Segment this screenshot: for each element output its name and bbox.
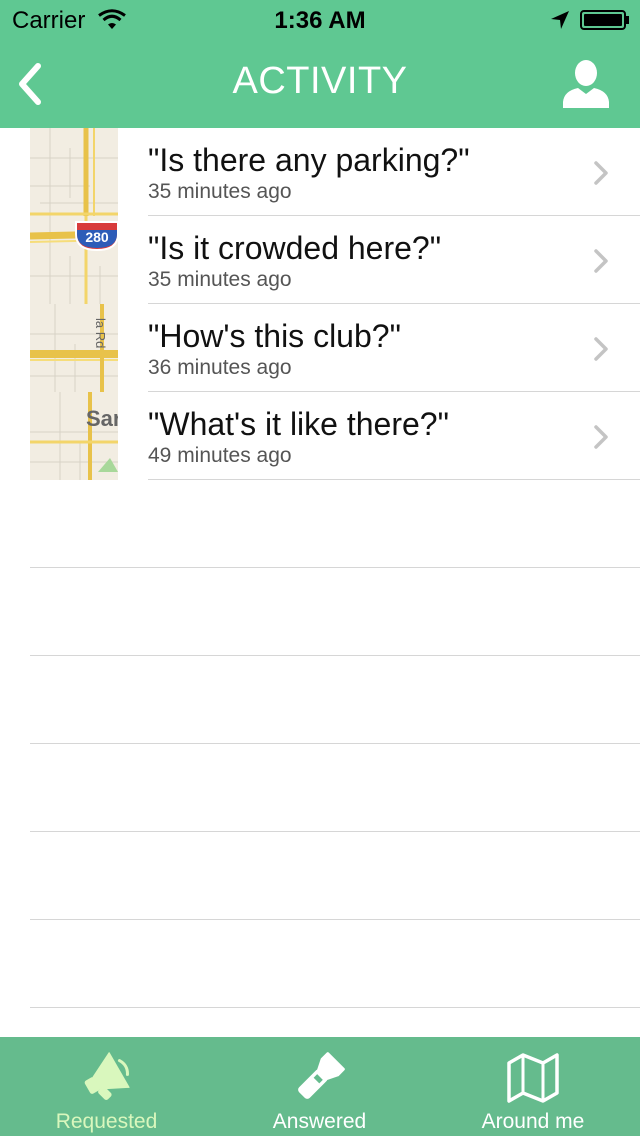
chevron-right-icon [594,425,608,449]
empty-row-divider [30,919,640,920]
megaphone-icon [84,1052,130,1101]
page-title: ACTIVITY [232,60,408,102]
activity-screen: Carrier 1:36 AM ACTIVITY "Is there any p… [0,0,640,1136]
clock: 1:36 AM [274,7,366,34]
activity-row[interactable]: 280 "Is it crowded here?" 35 minutes ago [0,216,640,304]
activity-time: 36 minutes ago [148,356,292,379]
empty-row-divider [30,655,640,656]
map-icon [507,1053,559,1103]
map-label: la Rd [93,318,108,348]
empty-row-divider [30,1007,640,1008]
activity-row[interactable]: la Rd "How's this club?" 36 minutes ago [0,304,640,392]
activity-row[interactable]: "Is there any parking?" 35 minutes ago [0,128,640,216]
tab-label: Around me [481,1110,585,1133]
activity-question: "Is there any parking?" [148,142,470,178]
chevron-right-icon [594,249,608,273]
tab-answered[interactable]: Answered [213,1037,426,1136]
map-thumbnail: Sar [30,392,118,480]
empty-row-divider [30,831,640,832]
map-thumbnail [30,128,118,216]
activity-time: 49 minutes ago [148,444,292,467]
tab-bar: Requested Answered Around me [0,1037,640,1136]
person-icon[interactable] [560,58,612,108]
empty-row-divider [30,743,640,744]
tab-label: Requested [55,1110,158,1133]
chevron-right-icon [594,161,608,185]
back-chevron-icon[interactable] [10,58,54,110]
battery-icon [580,10,629,30]
map-label: 280 [85,229,109,245]
activity-question: "Is it crowded here?" [148,230,442,266]
activity-row[interactable]: Sar "What's it like there?" 49 minutes a… [0,392,640,480]
tab-requested[interactable]: Requested [0,1037,213,1136]
map-label: Sar [86,406,118,431]
tab-label: Answered [272,1110,367,1133]
activity-question: "How's this club?" [148,318,401,354]
status-bar: Carrier 1:36 AM [0,0,640,40]
location-arrow-icon [551,11,569,29]
map-thumbnail: 280 [30,216,118,304]
header: Carrier 1:36 AM ACTIVITY [0,0,640,128]
row-divider [148,479,640,480]
activity-question: "What's it like there?" [148,406,449,442]
tab-around-me[interactable]: Around me [426,1037,640,1136]
activity-time: 35 minutes ago [148,268,292,291]
nav-bar: ACTIVITY [0,40,640,128]
chevron-right-icon [594,337,608,361]
empty-row-divider [30,567,640,568]
flashlight-icon [297,1052,345,1099]
map-thumbnail: la Rd [30,304,118,392]
activity-time: 35 minutes ago [148,180,292,203]
activity-list: "Is there any parking?" 35 minutes ago 2… [0,128,640,480]
